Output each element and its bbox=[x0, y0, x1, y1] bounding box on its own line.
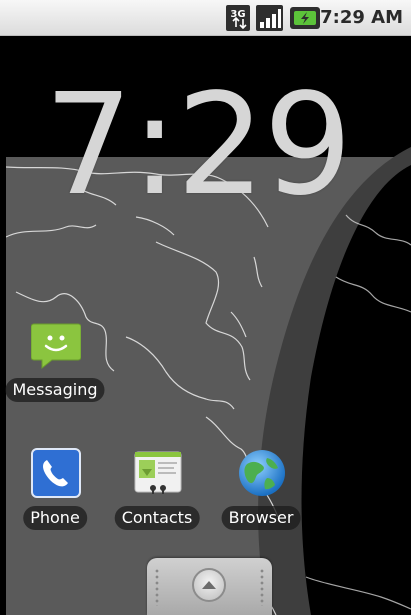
status-bar: 3G 7:29 AM bbox=[0, 0, 411, 36]
messaging-label: Messaging bbox=[5, 378, 105, 402]
contacts-label: Contacts bbox=[114, 506, 200, 530]
app-drawer-button[interactable] bbox=[192, 568, 226, 602]
browser-label: Browser bbox=[221, 506, 301, 530]
right-grip bbox=[259, 568, 265, 606]
phone-label: Phone bbox=[23, 506, 87, 530]
browser-globe-icon bbox=[239, 450, 285, 496]
phone-icon bbox=[31, 448, 81, 498]
messaging-shortcut[interactable]: Messaging bbox=[5, 320, 105, 404]
battery-charging-icon bbox=[290, 7, 320, 29]
signal-strength-icon bbox=[256, 5, 283, 31]
status-time: 7:29 AM bbox=[320, 7, 403, 28]
left-grip bbox=[154, 568, 160, 606]
contacts-shortcut[interactable]: Contacts bbox=[110, 448, 204, 532]
app-drawer-handle[interactable] bbox=[147, 558, 272, 615]
browser-shortcut[interactable]: Browser bbox=[214, 448, 308, 532]
phone-shortcut[interactable]: Phone bbox=[8, 448, 102, 532]
messaging-icon bbox=[31, 323, 81, 370]
clock-widget[interactable]: 7:29 bbox=[44, 76, 352, 216]
network-type-label: 3G bbox=[230, 9, 245, 20]
contacts-icon bbox=[134, 451, 182, 494]
chevron-up-icon bbox=[202, 581, 216, 589]
3g-network-icon: 3G bbox=[226, 5, 250, 31]
home-screen: 3G 7:29 AM 7:29 Messaging Phone Contacts… bbox=[0, 0, 411, 615]
